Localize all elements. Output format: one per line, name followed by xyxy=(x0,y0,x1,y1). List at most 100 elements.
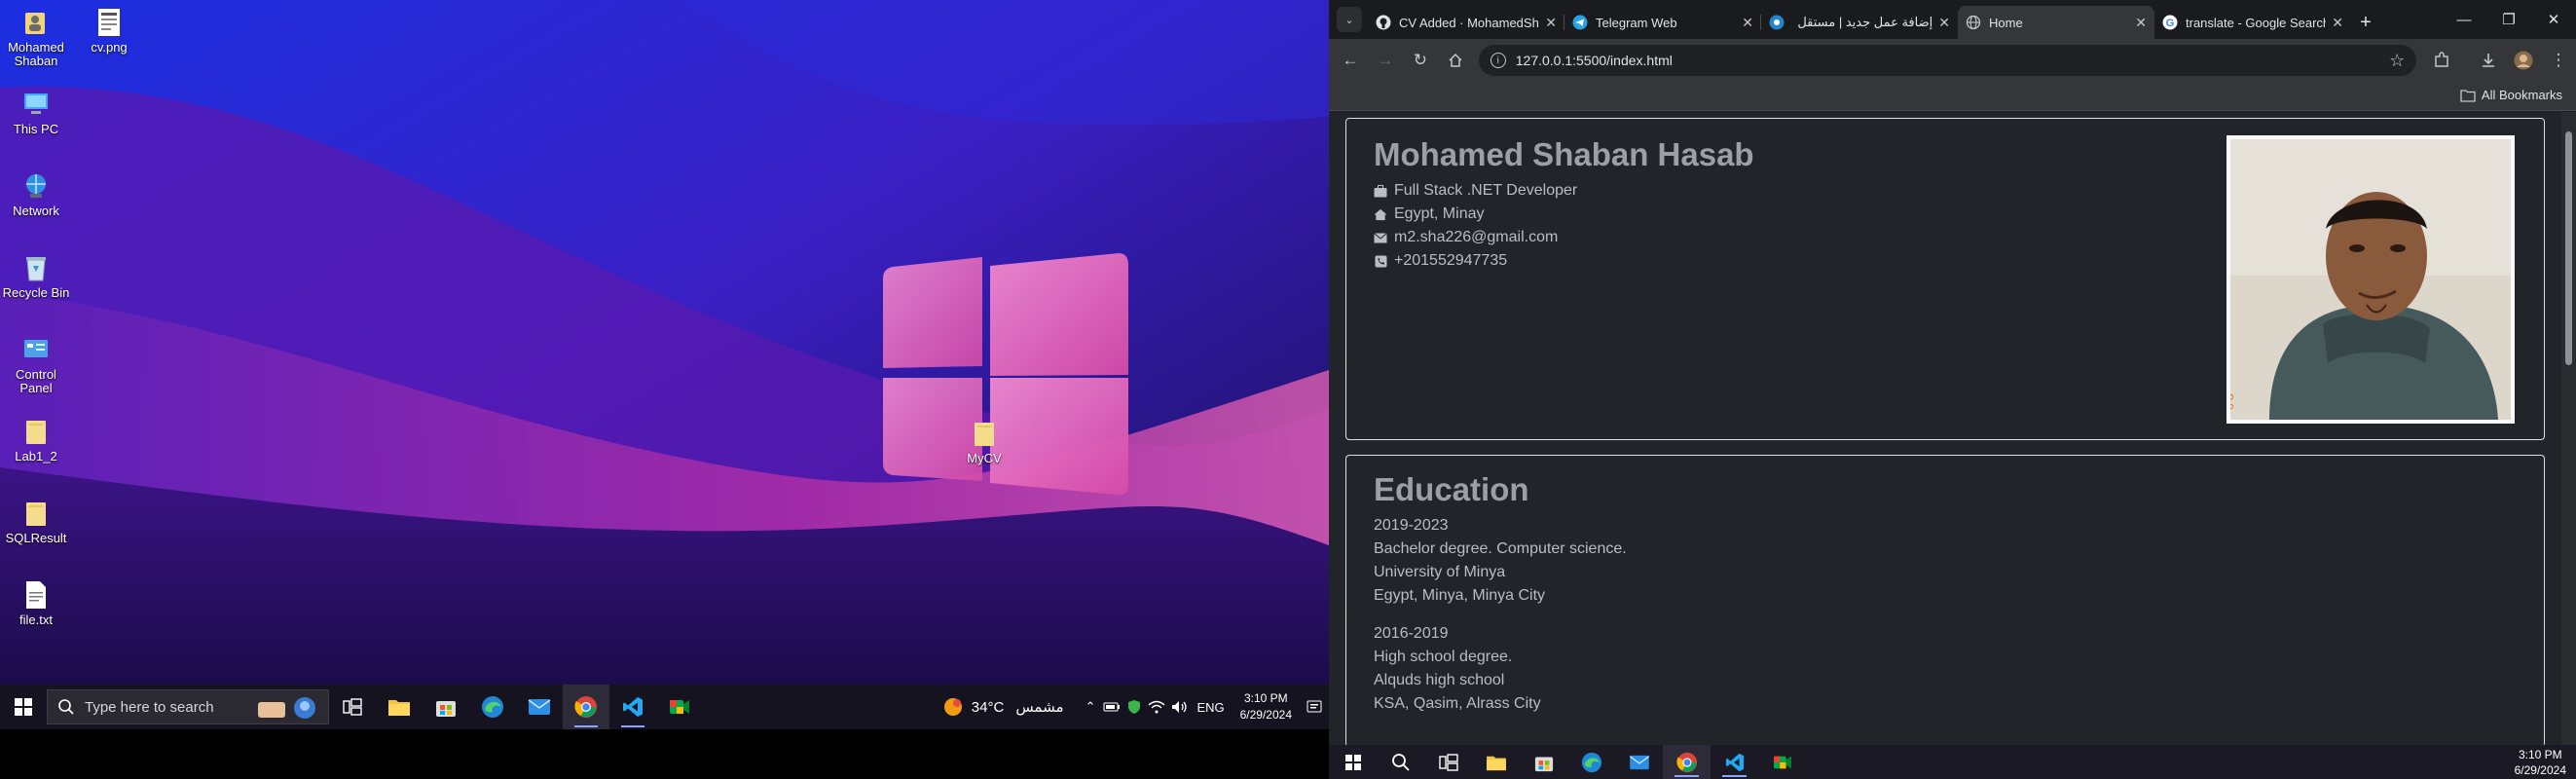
desktop-icon-label: Control Panel xyxy=(16,367,56,395)
language-indicator[interactable]: ENG xyxy=(1196,700,1224,715)
downloads-button[interactable] xyxy=(2471,39,2506,82)
taskbar-meet[interactable] xyxy=(656,685,703,729)
vscode-icon xyxy=(623,697,643,717)
edu-school: University of Minya xyxy=(1374,564,1506,580)
extensions-button[interactable] xyxy=(2424,39,2459,82)
tab-github[interactable]: CV Added · MohamedSh ✕ xyxy=(1368,6,1564,39)
security-icon[interactable] xyxy=(1126,699,1142,715)
education-card: Education 2019-2023 Bachelor degree. Com… xyxy=(1345,455,2545,745)
desktop-icon-label: cv.png xyxy=(91,40,128,55)
desktop-icon-mycv[interactable]: MyCV xyxy=(950,419,1018,465)
desktop-icon-lab1-2[interactable]: Lab1_2 xyxy=(2,417,70,464)
task-view-icon xyxy=(1438,753,1458,771)
close-window-icon[interactable]: ✕ xyxy=(2531,0,2576,39)
tab-google-search[interactable]: G translate - Google Search ✕ xyxy=(2154,6,2351,39)
plus-icon: + xyxy=(2360,11,2372,33)
close-icon[interactable]: ✕ xyxy=(2332,15,2343,31)
taskbar-mail[interactable] xyxy=(516,685,563,729)
taskbar-file-explorer[interactable] xyxy=(376,685,423,729)
tab-home[interactable]: Home ✕ xyxy=(1958,6,2154,39)
bookmarks-bar: All Bookmarks xyxy=(1329,82,2576,111)
taskbar-edge[interactable] xyxy=(469,685,516,729)
desktop-icon-sqlresult[interactable]: SQLResult xyxy=(2,499,70,545)
tab-search-button[interactable]: ⌄ xyxy=(1337,7,1362,32)
taskbar-chrome[interactable] xyxy=(563,685,609,729)
wifi-icon[interactable] xyxy=(1148,700,1165,714)
profile-avatar-icon xyxy=(2514,51,2533,70)
task-view-button[interactable] xyxy=(329,685,376,729)
browser-tab-strip: ⌄ CV Added · MohamedSh ✕ Telegram Web ✕ … xyxy=(1329,0,2576,39)
start-button[interactable] xyxy=(0,685,47,729)
chrome-icon xyxy=(1675,752,1697,772)
close-icon[interactable]: ✕ xyxy=(1938,15,1950,31)
taskbar-mail-right[interactable] xyxy=(1615,745,1663,779)
edu-place: KSA, Qasim, Alrass City xyxy=(1374,695,1541,712)
edge-icon xyxy=(482,696,503,718)
profile-button[interactable] xyxy=(2506,39,2541,82)
volume-icon[interactable] xyxy=(1171,700,1189,714)
chevron-up-icon[interactable]: ⌃ xyxy=(1086,699,1096,715)
profile-card: Mohamed Shaban Hasab Full Stack .NET Dev… xyxy=(1345,118,2545,440)
desktop-icon-mohamed-shaban[interactable]: Mohamed Shaban xyxy=(2,8,70,68)
site-info-icon[interactable]: i xyxy=(1490,53,1506,68)
taskbar-search-box[interactable]: Type here to search xyxy=(47,689,329,724)
folder-icon xyxy=(970,419,999,448)
tab-telegram[interactable]: Telegram Web ✕ xyxy=(1564,6,1761,39)
page-scrollbar[interactable] xyxy=(2561,112,2576,745)
reload-button[interactable]: ↻ xyxy=(1403,39,1438,82)
taskbar-clock[interactable]: 3:10 PM 6/29/2024 xyxy=(1233,690,1300,723)
desktop-icon-label: Recycle Bin xyxy=(2,285,70,300)
email-line: m2.sha226@gmail.com xyxy=(1374,229,1558,246)
weather-widget[interactable]: 34°C مشمس xyxy=(942,696,1064,718)
search-button-right[interactable] xyxy=(1377,745,1424,779)
home-button[interactable] xyxy=(1438,39,1473,82)
minimize-icon[interactable]: — xyxy=(2442,0,2486,39)
task-view-button-right[interactable] xyxy=(1424,745,1472,779)
battery-icon[interactable] xyxy=(1103,700,1121,714)
bookmark-star-icon[interactable]: ☆ xyxy=(2389,51,2405,71)
reload-icon: ↻ xyxy=(1413,51,1427,69)
computer-icon xyxy=(21,90,51,119)
email-text[interactable]: m2.sha226@gmail.com xyxy=(1394,229,1558,246)
more-vertical-icon: ⋮ xyxy=(2550,51,2567,69)
taskbar-vscode-right[interactable] xyxy=(1711,745,1758,779)
arrow-right-icon: → xyxy=(1377,51,1394,69)
image-file-icon xyxy=(94,8,124,37)
desktop-icon-control-panel[interactable]: Control Panel xyxy=(2,335,70,395)
tab-mostaql[interactable]: إضافة عمل جديد | مستقل ✕ xyxy=(1761,6,1958,39)
close-icon[interactable]: ✕ xyxy=(1742,15,1753,31)
folder-icon xyxy=(21,417,51,446)
address-bar[interactable]: i 127.0.0.1:5500/index.html ☆ xyxy=(1478,45,2417,76)
desktop-icon-file-txt[interactable]: file.txt xyxy=(2,580,70,627)
taskbar-chrome-right[interactable] xyxy=(1663,745,1711,779)
taskbar-vscode[interactable] xyxy=(609,685,656,729)
taskbar-file-explorer-right[interactable] xyxy=(1472,745,1520,779)
desktop-icon-recycle-bin[interactable]: Recycle Bin xyxy=(2,253,70,300)
taskbar-edge-right[interactable] xyxy=(1567,745,1615,779)
store-icon xyxy=(1534,757,1553,771)
taskbar-clock-right[interactable]: 3:10 PM 6/29/2024 xyxy=(2515,747,2576,778)
back-button[interactable]: ← xyxy=(1333,39,1368,82)
notification-icon[interactable] xyxy=(1300,699,1329,715)
edu-degree: Bachelor degree. Computer science. xyxy=(1374,540,1627,557)
new-tab-button[interactable]: + xyxy=(2351,6,2380,39)
menu-button[interactable]: ⋮ xyxy=(2541,39,2576,82)
desktop-icon-this-pc[interactable]: This PC xyxy=(2,90,70,136)
photo-date-stamp: 6 8 xyxy=(2230,393,2236,410)
forward-button[interactable]: → xyxy=(1368,39,1403,82)
desktop-icon-cv-png[interactable]: cv.png xyxy=(75,8,143,55)
scrollbar-thumb[interactable] xyxy=(2565,131,2572,365)
edu-degree: High school degree. xyxy=(1374,649,1513,665)
close-icon[interactable]: ✕ xyxy=(2135,15,2147,31)
taskbar-meet-right[interactable] xyxy=(1758,745,1806,779)
start-button-right[interactable] xyxy=(1329,745,1377,779)
clock-time: 3:10 PM xyxy=(1243,691,1288,705)
restore-icon[interactable]: ❐ xyxy=(2486,0,2531,39)
close-icon[interactable]: ✕ xyxy=(1545,15,1557,31)
search-icon xyxy=(1391,753,1410,771)
page-viewport: Mohamed Shaban Hasab Full Stack .NET Dev… xyxy=(1329,112,2561,745)
all-bookmarks-button[interactable]: All Bookmarks xyxy=(2460,88,2562,102)
taskbar-store[interactable] xyxy=(423,685,469,729)
desktop-icon-network[interactable]: Network xyxy=(2,171,70,218)
taskbar-store-right[interactable] xyxy=(1520,745,1567,779)
